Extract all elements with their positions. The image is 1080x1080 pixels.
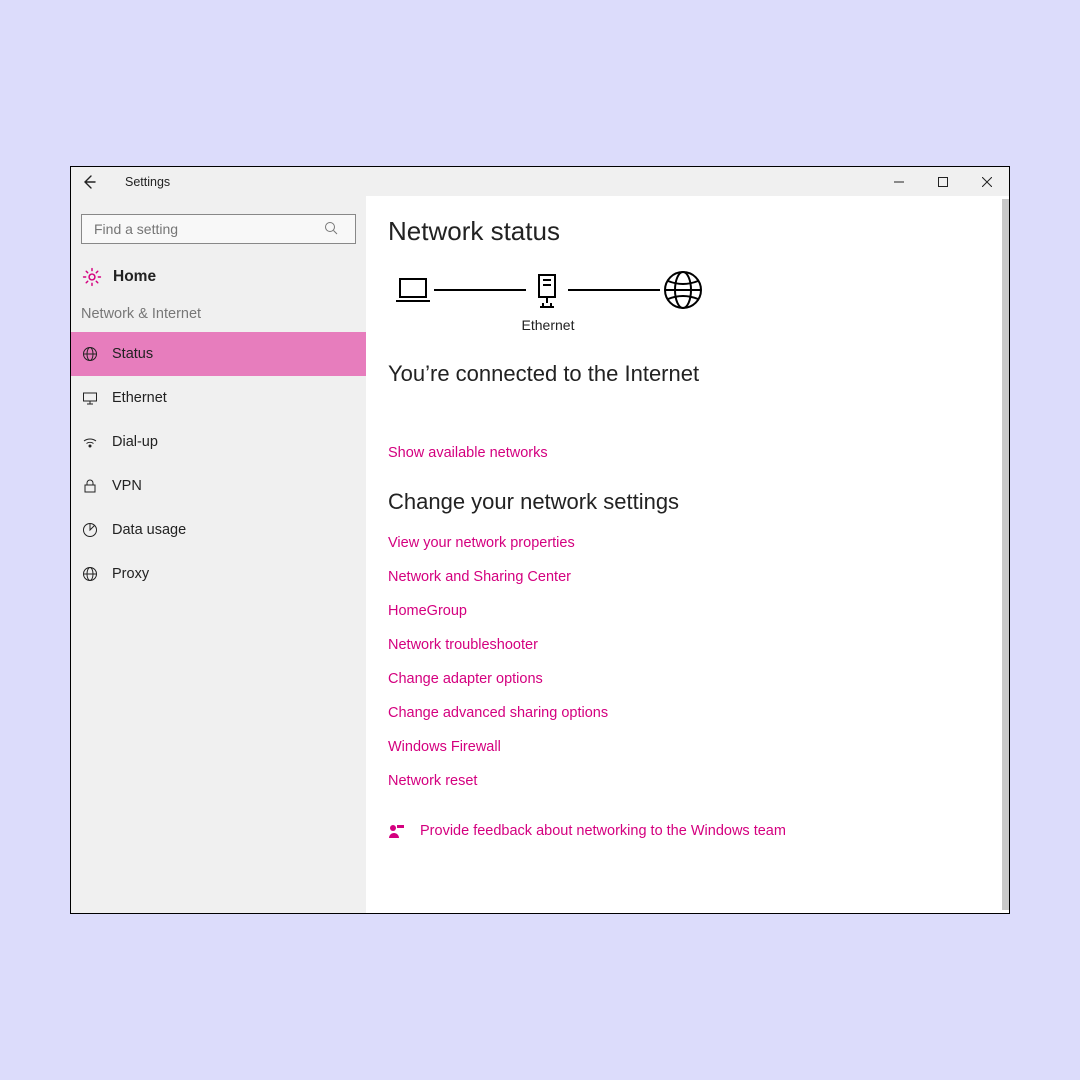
sidebar-item-proxy[interactable]: Proxy — [71, 552, 366, 596]
link-network-reset[interactable]: Network reset — [388, 773, 1002, 789]
link-windows-firewall[interactable]: Windows Firewall — [388, 739, 1002, 755]
back-button[interactable] — [71, 167, 107, 196]
search-input[interactable] — [81, 214, 356, 244]
globe-icon — [81, 565, 99, 583]
sidebar-item-vpn[interactable]: VPN — [71, 464, 366, 508]
link-view-properties[interactable]: View your network properties — [388, 535, 1002, 551]
titlebar: Settings — [71, 167, 1009, 196]
sidebar-nav: Status Ethernet Dial-up — [71, 332, 366, 596]
back-arrow-icon — [81, 174, 97, 190]
piechart-icon — [81, 521, 99, 539]
window-title: Settings — [107, 175, 170, 189]
network-diagram — [392, 269, 1002, 311]
globe-icon — [81, 345, 99, 363]
link-sharing-center[interactable]: Network and Sharing Center — [388, 569, 1002, 585]
router-icon — [526, 269, 568, 311]
vpn-icon — [81, 477, 99, 495]
sidebar-category: Network & Internet — [71, 298, 366, 332]
feedback-icon — [388, 823, 406, 839]
maximize-icon — [938, 177, 948, 187]
sidebar-item-dialup[interactable]: Dial-up — [71, 420, 366, 464]
home-label: Home — [113, 268, 156, 286]
window-body: Home Network & Internet Status Ethernet — [71, 196, 1009, 913]
link-troubleshooter[interactable]: Network troubleshooter — [388, 637, 1002, 653]
sidebar-item-status[interactable]: Status — [71, 332, 366, 376]
sidebar-item-label: Status — [112, 346, 153, 362]
link-adapter-options[interactable]: Change adapter options — [388, 671, 1002, 687]
feedback-text: Provide feedback about networking to the… — [420, 823, 786, 839]
dialup-icon — [81, 433, 99, 451]
main-content: Network status Ethernet You’re connec — [366, 196, 1009, 913]
scroll-region[interactable]: Network status Ethernet You’re connec — [366, 196, 1002, 913]
scrollbar[interactable] — [1002, 199, 1009, 910]
sidebar-item-ethernet[interactable]: Ethernet — [71, 376, 366, 420]
monitor-icon — [81, 389, 99, 407]
minimize-button[interactable] — [877, 167, 921, 196]
sidebar-item-label: Proxy — [112, 566, 149, 582]
minimize-icon — [894, 177, 904, 187]
link-homegroup[interactable]: HomeGroup — [388, 603, 1002, 619]
close-button[interactable] — [965, 167, 1009, 196]
sidebar-item-label: Dial-up — [112, 434, 158, 450]
sidebar-item-label: Data usage — [112, 522, 186, 538]
maximize-button[interactable] — [921, 167, 965, 196]
sidebar-item-datausage[interactable]: Data usage — [71, 508, 366, 552]
gear-icon — [81, 266, 103, 288]
diagram-label: Ethernet — [518, 317, 578, 333]
feedback-link[interactable]: Provide feedback about networking to the… — [388, 823, 1002, 839]
show-networks-link[interactable]: Show available networks — [388, 445, 1002, 461]
close-icon — [982, 177, 992, 187]
sidebar: Home Network & Internet Status Ethernet — [71, 196, 366, 913]
window-controls — [877, 167, 1009, 196]
globe-large-icon — [660, 269, 702, 311]
sidebar-item-label: Ethernet — [112, 390, 167, 406]
search-wrapper — [71, 214, 366, 258]
home-button[interactable]: Home — [71, 258, 366, 298]
page-title: Network status — [388, 216, 1002, 247]
change-settings-heading: Change your network settings — [388, 489, 1002, 515]
diagram-line — [568, 289, 660, 291]
diagram-line — [434, 289, 526, 291]
connection-status-text: You’re connected to the Internet — [388, 361, 1002, 387]
laptop-icon — [392, 269, 434, 311]
link-advanced-sharing[interactable]: Change advanced sharing options — [388, 705, 1002, 721]
settings-window: Settings — [70, 166, 1010, 914]
sidebar-item-label: VPN — [112, 478, 142, 494]
